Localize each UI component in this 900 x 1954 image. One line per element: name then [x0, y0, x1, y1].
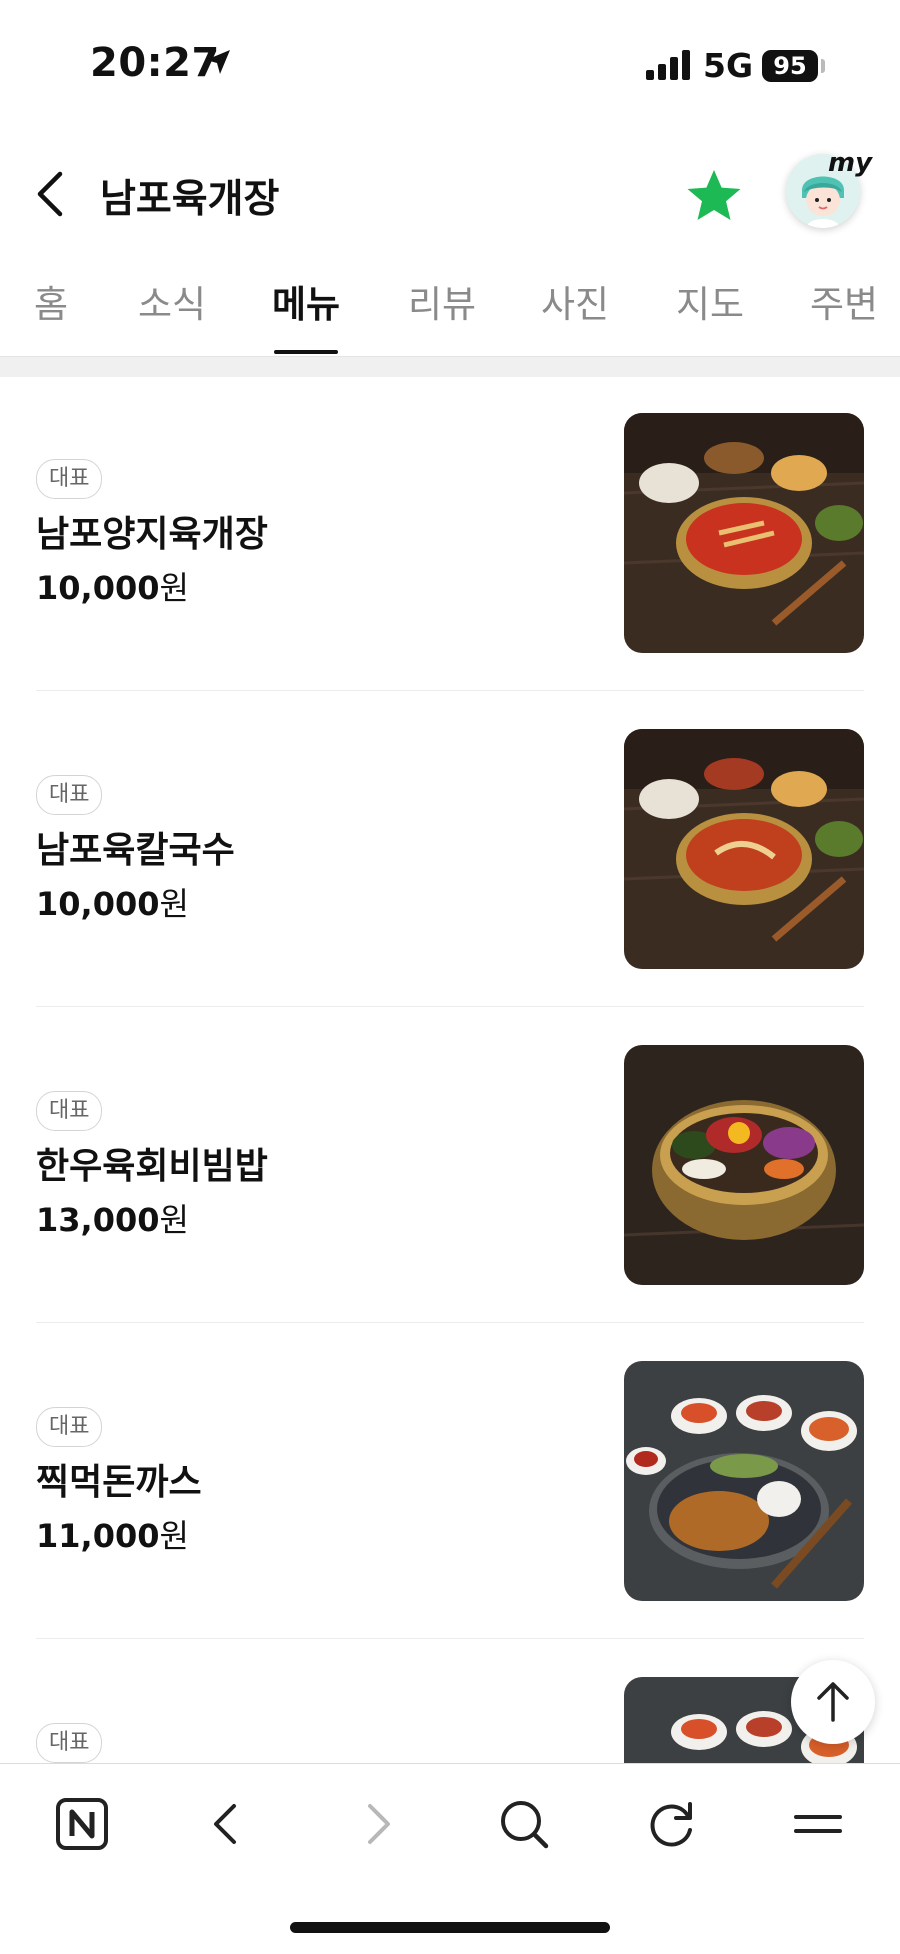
menu-photo[interactable]	[624, 1045, 864, 1285]
network-type: 5G	[703, 46, 754, 85]
signature-badge: 대표	[36, 1091, 103, 1131]
menu-photo[interactable]	[624, 1361, 864, 1601]
menu-price: 10,000원	[36, 879, 189, 925]
menu-price: 10,000원	[36, 563, 189, 609]
menu-price: 13,000원	[36, 1195, 189, 1241]
price-unit: 원	[159, 1517, 189, 1555]
menu-name: 찍먹돈까스	[36, 1462, 202, 1503]
status-bar: 20:27 5G 95	[0, 0, 900, 130]
tab-review[interactable]: 리뷰	[408, 274, 476, 328]
price-unit: 원	[159, 1201, 189, 1239]
menu-item[interactable]: 대표 한우육회비빔밥 13,000원	[36, 1009, 864, 1323]
place-header: 남포육개장	[0, 140, 900, 250]
search-icon[interactable]	[492, 1792, 556, 1856]
forward-icon[interactable]	[344, 1792, 408, 1856]
tab-news[interactable]: 소식	[138, 274, 206, 328]
battery-icon: 95	[762, 50, 818, 82]
arrow-up-icon	[817, 1682, 849, 1722]
tab-nearby[interactable]: 주변	[810, 274, 878, 328]
menu-photo[interactable]	[624, 729, 864, 969]
tab-home[interactable]: 홈	[34, 274, 68, 328]
tab-bar: 홈 소식 메뉴 리뷰 사진 지도 주변	[0, 270, 900, 357]
scroll-top-button[interactable]	[791, 1660, 875, 1744]
star-icon[interactable]	[684, 166, 744, 226]
signature-badge: 대표	[36, 459, 103, 499]
active-tab-indicator	[274, 350, 338, 354]
browser-toolbar	[0, 1763, 900, 1952]
menu-name: 남포양지육개장	[36, 514, 268, 555]
price-unit: 원	[159, 885, 189, 923]
battery-cap	[821, 59, 825, 73]
menu-name: 한우육회비빔밥	[36, 1146, 268, 1187]
chevron-left-icon[interactable]	[30, 164, 74, 224]
signature-badge: 대표	[36, 775, 103, 815]
price-value: 11,000	[36, 1517, 160, 1555]
menu-item[interactable]: 대표 찍먹돈까스 11,000원	[36, 1325, 864, 1639]
status-time: 20:27	[90, 40, 220, 86]
avatar-my-label: my	[828, 148, 873, 178]
cellular-signal-icon	[646, 50, 690, 80]
price-value: 13,000	[36, 1201, 160, 1239]
price-unit: 원	[159, 569, 189, 607]
home-indicator	[290, 1922, 610, 1933]
naver-home-icon[interactable]	[50, 1792, 114, 1856]
menu-icon[interactable]	[786, 1792, 850, 1856]
signature-badge: 대표	[36, 1407, 103, 1447]
price-value: 10,000	[36, 885, 160, 923]
tab-menu[interactable]: 메뉴	[272, 274, 340, 328]
menu-name: 남포육칼국수	[36, 830, 235, 871]
price-value: 10,000	[36, 569, 160, 607]
menu-item[interactable]: 대표 남포양지육개장 10,000원	[36, 377, 864, 691]
battery-level: 95	[773, 52, 807, 80]
menu-price: 11,000원	[36, 1511, 189, 1557]
back-icon[interactable]	[196, 1792, 260, 1856]
reload-icon[interactable]	[640, 1792, 704, 1856]
section-divider	[0, 357, 900, 377]
tab-map[interactable]: 지도	[676, 274, 744, 328]
page-title: 남포육개장	[100, 177, 280, 222]
tab-photo[interactable]: 사진	[541, 274, 609, 328]
signature-badge: 대표	[36, 1723, 103, 1763]
menu-item[interactable]: 대표 남포육칼국수 10,000원	[36, 693, 864, 1007]
location-arrow-icon	[206, 50, 230, 74]
menu-photo[interactable]	[624, 413, 864, 653]
